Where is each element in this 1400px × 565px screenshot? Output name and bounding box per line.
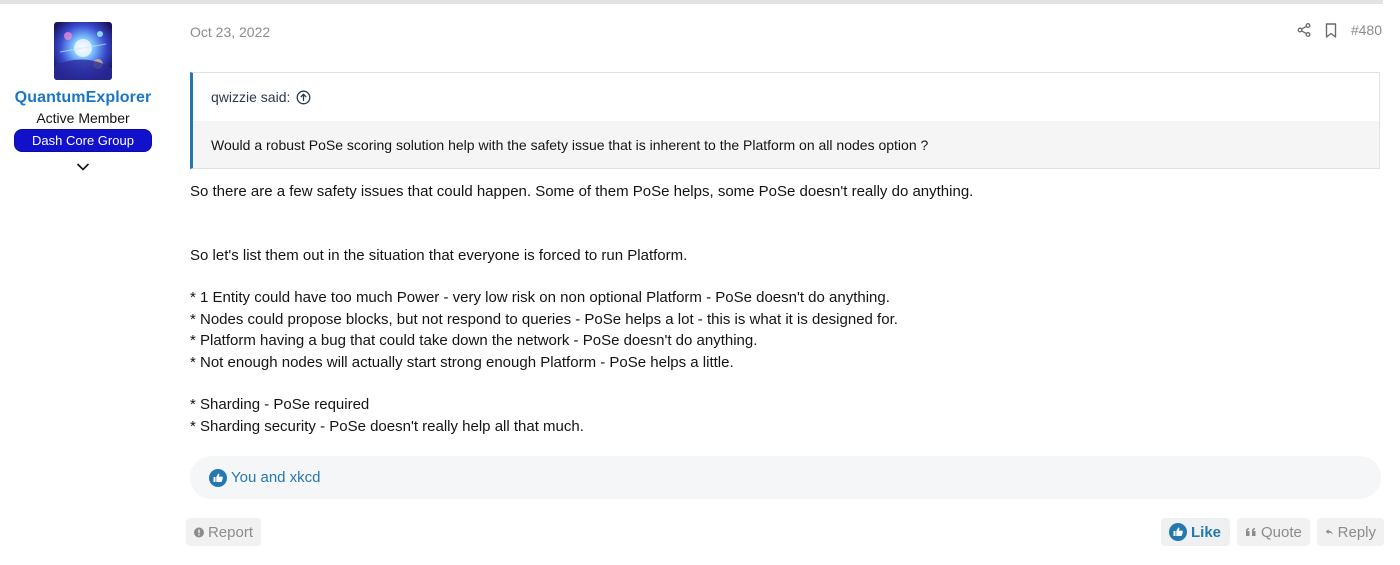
thumbs-up-icon xyxy=(209,468,227,487)
message-body: So there are a few safety issues that co… xyxy=(190,181,1370,437)
reactions-bar: You and xkcd xyxy=(190,456,1381,499)
like-button[interactable]: Like xyxy=(1161,518,1230,546)
report-button[interactable]: Report xyxy=(186,518,261,546)
user-title: Active Member xyxy=(36,110,130,126)
reply-label: Reply xyxy=(1337,523,1376,541)
quote-header: qwizzie said: xyxy=(193,73,1379,121)
avatar-image xyxy=(54,22,112,80)
quote-icon xyxy=(1246,528,1256,536)
message-list-item: * Nodes could propose blocks, but not re… xyxy=(190,310,898,328)
share-icon xyxy=(1297,23,1311,37)
arrow-up-circle-icon xyxy=(296,90,311,104)
chevron-down-icon xyxy=(76,163,90,171)
bookmark-button[interactable] xyxy=(1325,22,1337,38)
quote-label: Quote xyxy=(1261,523,1302,541)
message-paragraph: So there are a few safety issues that co… xyxy=(190,183,974,200)
quote-author[interactable]: qwizzie said: xyxy=(211,89,290,105)
report-label: Report xyxy=(207,523,253,541)
quote-block: qwizzie said: Would a robust PoSe scorin… xyxy=(190,72,1380,169)
quote-source-link[interactable] xyxy=(296,90,311,105)
reply-button[interactable]: Reply xyxy=(1317,518,1384,546)
message-list-item: * Platform having a bug that could take … xyxy=(190,332,758,349)
report-icon xyxy=(194,527,204,537)
quote-text: Would a robust PoSe scoring solution hel… xyxy=(193,121,1379,168)
post-date[interactable]: Oct 23, 2022 xyxy=(190,24,270,40)
user-extras-toggle[interactable] xyxy=(0,162,166,172)
like-label: Like xyxy=(1191,523,1222,541)
message-list-item: * Not enough nodes will actually start s… xyxy=(190,353,734,371)
message-list-item: * 1 Entity could have too much Power - v… xyxy=(190,289,890,306)
bookmark-icon xyxy=(1325,22,1337,38)
post-number[interactable]: #480 xyxy=(1351,22,1382,38)
message-list-item: * Sharding - PoSe required xyxy=(190,396,370,413)
thumbs-up-icon xyxy=(1169,523,1187,541)
username[interactable]: QuantumExplorer xyxy=(0,89,166,107)
post-header-actions: #480 xyxy=(1297,22,1382,38)
top-divider xyxy=(0,0,1383,4)
quote-button[interactable]: Quote xyxy=(1237,518,1310,546)
reaction-users[interactable]: You and xkcd xyxy=(231,469,321,486)
reply-icon xyxy=(1325,529,1333,535)
share-button[interactable] xyxy=(1297,23,1311,37)
message-list-item: * Sharding security - PoSe doesn't reall… xyxy=(190,417,584,435)
user-info: QuantumExplorer Active Member Dash Core … xyxy=(0,20,166,172)
avatar[interactable] xyxy=(54,22,112,80)
message-paragraph: So let's list them out in the situation … xyxy=(190,246,688,264)
user-badge: Dash Core Group xyxy=(14,129,152,152)
